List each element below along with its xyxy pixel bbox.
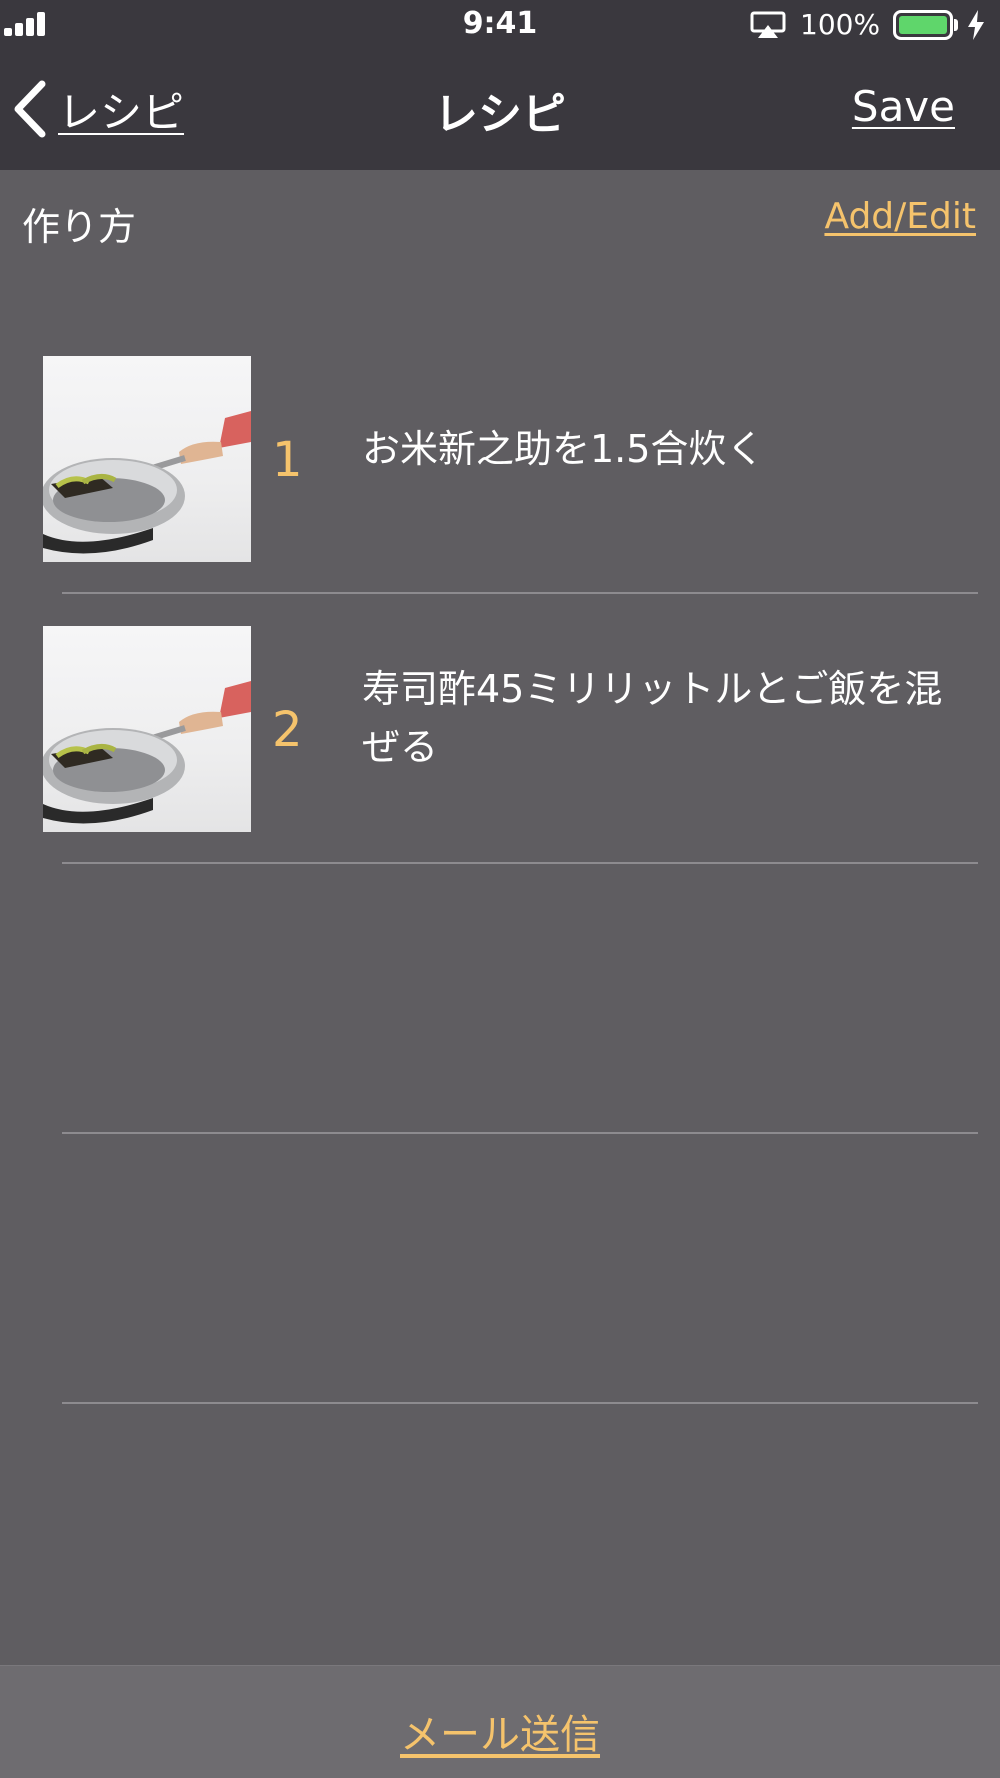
step-text: 寿司酢45ミリリットルとご飯を混ぜる [362,667,943,769]
recipe-screen: 9:41 100% レシピ レシピ Save 作り方 Add/Edit 1 お米… [0,0,1000,1778]
step-number: 2 [272,702,303,758]
navigation-bar: レシピ レシピ Save [0,48,1000,170]
bottom-toolbar: メール送信 [0,1665,1000,1778]
airplay-icon [750,11,786,38]
row-separator [62,862,978,864]
section-title: 作り方 [22,205,137,249]
send-mail-button[interactable]: メール送信 [0,1702,1000,1760]
row-separator [62,1132,978,1134]
frying-pan-photo [43,626,251,832]
add-edit-button[interactable]: Add/Edit [824,196,976,237]
frying-pan-photo [43,356,251,562]
charging-bolt-icon [968,10,984,40]
step-row[interactable]: 2 寿司酢45ミリリットルとご飯を混ぜる [0,590,1000,860]
save-button[interactable]: Save [852,82,955,131]
steps-list: 1 お米新之助を1.5合炊く 2 寿司酢45ミリリットルとご飯を混ぜる [0,320,1000,1404]
step-row[interactable]: 1 お米新之助を1.5合炊く [0,320,1000,590]
page-title: レシピ [434,89,566,140]
row-separator [62,1402,978,1404]
battery-icon [893,10,959,40]
step-text: お米新之助を1.5合炊く [362,427,765,471]
status-bar: 9:41 100% [0,0,1000,48]
battery-percent: 100% [800,8,881,41]
step-number: 1 [272,432,303,488]
